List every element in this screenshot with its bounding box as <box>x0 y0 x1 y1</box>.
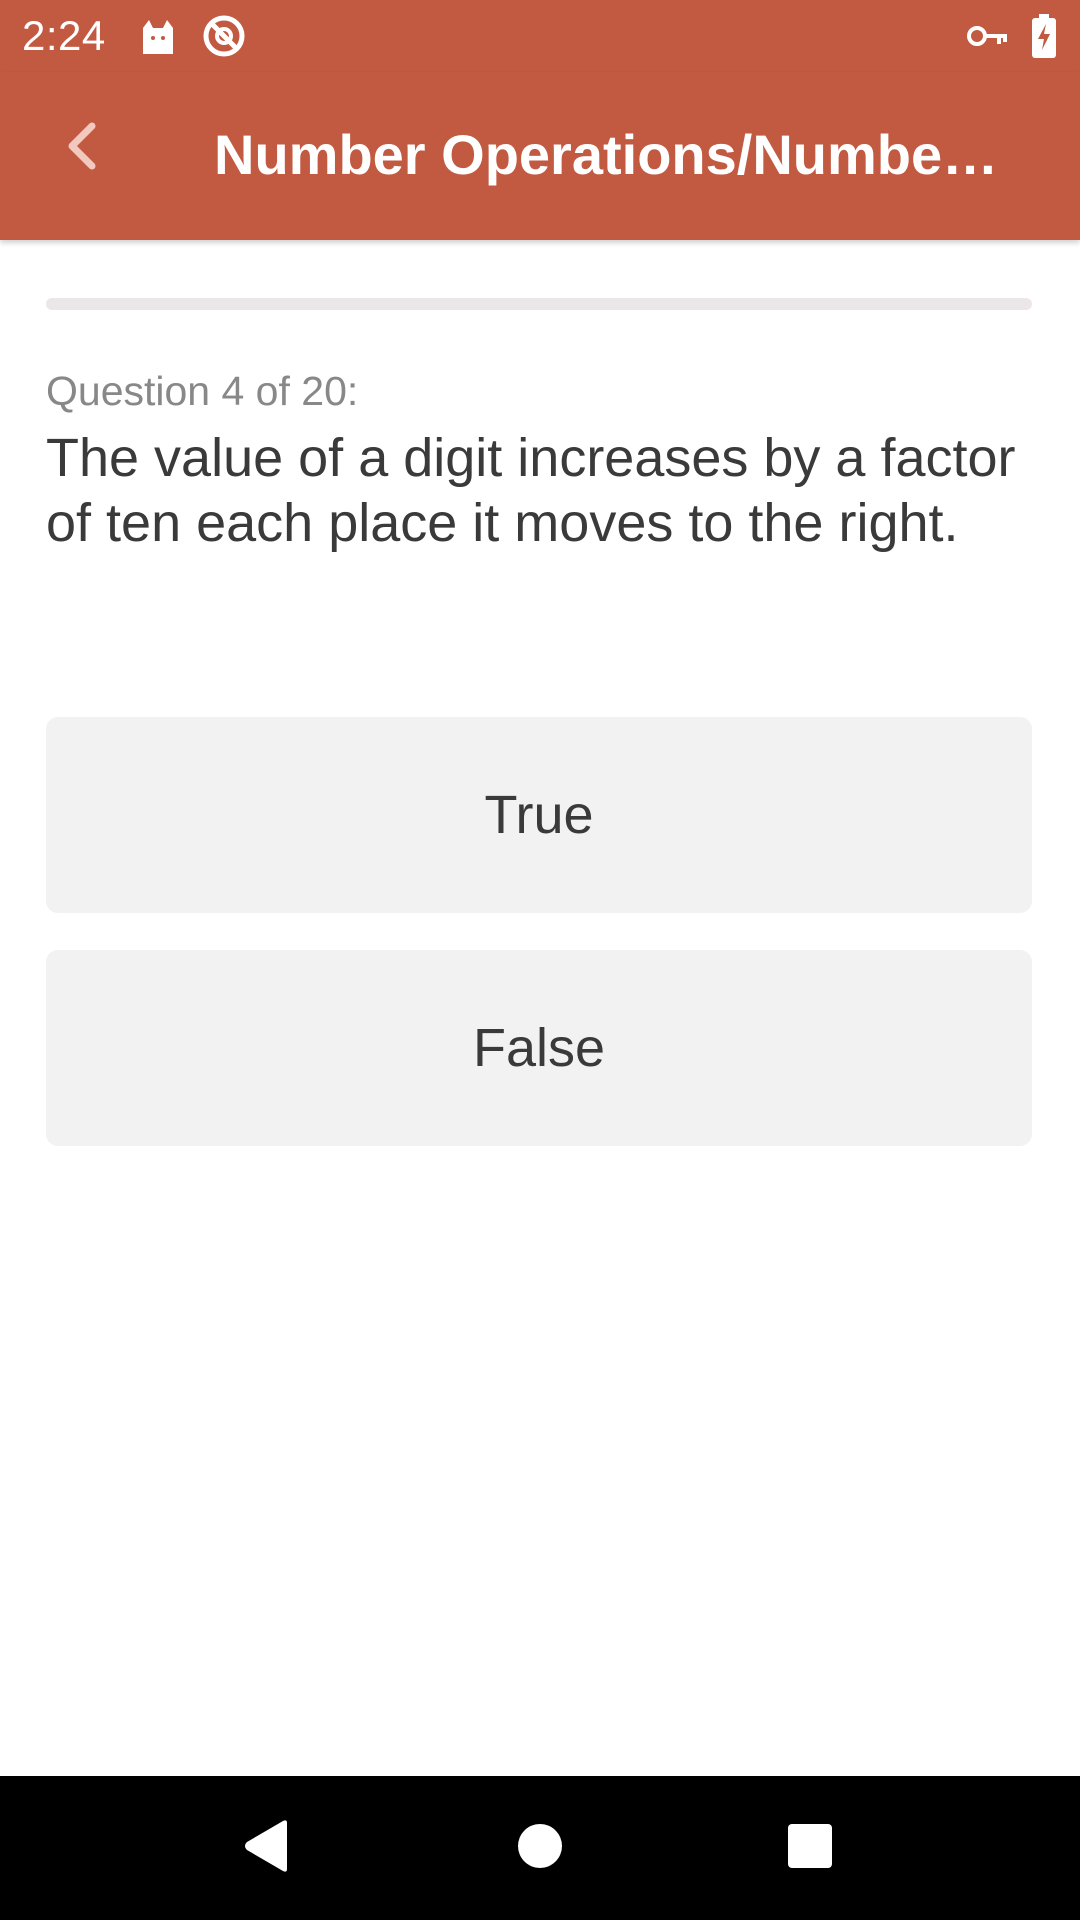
answer-label: True <box>484 785 594 845</box>
cat-notification-icon <box>136 14 180 58</box>
vpn-key-icon <box>966 14 1010 58</box>
quiz-progress-bar <box>46 298 1032 310</box>
app-bar: Number Operations/Numbe… <box>0 72 1080 240</box>
page-title: Number Operations/Numbe… <box>214 123 999 186</box>
home-circle-icon <box>517 1823 563 1874</box>
nav-recents-button[interactable] <box>760 1798 860 1898</box>
do-not-disturb-icon <box>202 14 246 58</box>
back-button[interactable] <box>42 108 122 188</box>
answer-label: False <box>472 1018 606 1078</box>
status-bar: 2:24 <box>0 0 1080 72</box>
answer-true-button[interactable]: True <box>46 717 1032 913</box>
question-text: The value of a digit increases by a fact… <box>46 428 1016 553</box>
recents-square-icon <box>787 1823 833 1874</box>
system-nav-bar <box>0 1776 1080 1920</box>
nav-back-button[interactable] <box>216 1798 316 1898</box>
quiz-screen: 2:24 Number Operations/Numbe… Question 4… <box>0 0 1080 1920</box>
battery-charging-icon <box>1022 14 1066 58</box>
status-time: 2:24 <box>22 12 106 59</box>
answer-false-button[interactable]: False <box>46 950 1032 1146</box>
nav-home-button[interactable] <box>490 1798 590 1898</box>
question-counter: Question 4 of 20: <box>46 368 359 414</box>
chevron-left-icon <box>62 120 102 177</box>
back-triangle-icon <box>241 1819 291 1878</box>
